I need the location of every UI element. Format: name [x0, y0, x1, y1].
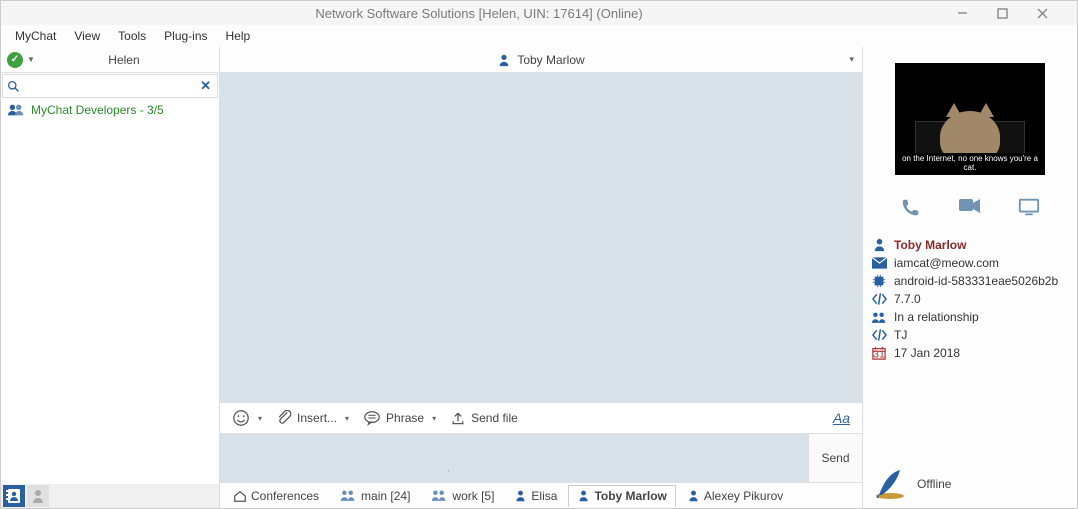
group-icon [7, 103, 25, 117]
search-row: ✕ [2, 74, 218, 98]
tab-main[interactable]: main [24] [330, 485, 419, 507]
maximize-button[interactable] [997, 8, 1037, 19]
right-panel: on the Internet, no one knows you're a c… [863, 47, 1077, 508]
person-icon [514, 489, 527, 502]
tab-toby-marlow[interactable]: Toby Marlow [568, 485, 675, 507]
insert-button[interactable]: Insert... ▾ [272, 407, 353, 429]
svg-text:31: 31 [873, 348, 885, 360]
menu-mychat[interactable]: MyChat [9, 27, 62, 45]
avatar-caption: on the Internet, no one knows you're a c… [895, 153, 1045, 173]
message-area[interactable] [220, 73, 862, 402]
center-panel: Toby Marlow ▾ ▾ Insert... ▾ Phrase ▾ Sen… [220, 47, 863, 508]
chevron-down-icon[interactable]: ▾ [849, 54, 854, 65]
close-button[interactable] [1037, 8, 1077, 19]
device-icon [871, 274, 887, 288]
call-icon[interactable] [900, 197, 922, 219]
format-button[interactable]: Aa [829, 407, 854, 429]
tab-label: Toby Marlow [594, 489, 666, 503]
screen-icon[interactable] [1018, 197, 1040, 219]
contact-name: Toby Marlow [894, 238, 966, 252]
calendar-icon: 31 [871, 346, 887, 360]
avatar-image: on the Internet, no one knows you're a c… [895, 63, 1045, 175]
code-icon [871, 329, 887, 341]
person-icon [871, 237, 887, 252]
mail-icon [871, 257, 887, 269]
tab-alexey-pikurov[interactable]: Alexey Pikurov [678, 485, 792, 507]
left-panel: ▼ Helen ✕ MyChat Developers - 3/5 [1, 47, 220, 508]
left-footer [1, 484, 219, 508]
minimize-button[interactable] [957, 8, 997, 19]
person-icon [497, 53, 511, 67]
menu-bar: MyChat View Tools Plug-ins Help [1, 25, 1077, 47]
current-user-row[interactable]: ▼ Helen [1, 47, 219, 73]
communication-row [863, 179, 1077, 233]
clear-search-icon[interactable]: ✕ [194, 78, 217, 94]
menu-plugins[interactable]: Plug-ins [158, 27, 213, 45]
contacts-tab[interactable] [3, 485, 25, 507]
contact-email[interactable]: iamcat@meow.com [894, 256, 999, 270]
tab-conferences[interactable]: Conferences [224, 485, 328, 507]
tab-label: main [24] [361, 489, 410, 503]
sendfile-button[interactable]: Send file [446, 407, 522, 429]
tab-label: Conferences [251, 489, 319, 503]
home-icon [233, 489, 247, 503]
menu-view[interactable]: View [68, 27, 106, 45]
contact-status: Offline [917, 477, 951, 491]
current-user-name: Helen [35, 53, 213, 67]
tab-label: Elisa [531, 489, 557, 503]
contact-relationship: In a relationship [894, 310, 979, 324]
channel-item[interactable]: MyChat Developers - 3/5 [1, 99, 219, 121]
code-icon [871, 293, 887, 305]
conversation-header[interactable]: Toby Marlow ▾ [220, 47, 862, 73]
contact-tj: TJ [894, 328, 907, 342]
title-bar: Network Software Solutions [Helen, UIN: … [1, 1, 1077, 25]
channel-list: MyChat Developers - 3/5 [1, 99, 219, 484]
channel-label: MyChat Developers - 3/5 [31, 103, 164, 117]
quill-icon [873, 468, 905, 500]
dropdown-icon: ▾ [345, 414, 349, 423]
send-button[interactable]: Send [808, 434, 862, 482]
insert-label: Insert... [297, 411, 337, 425]
phrase-label: Phrase [386, 411, 424, 425]
search-icon [3, 80, 24, 93]
contact-device: android-id-583331eae5026b2b [894, 274, 1058, 288]
person-icon [687, 489, 700, 502]
menu-help[interactable]: Help [220, 27, 257, 45]
menu-tools[interactable]: Tools [112, 27, 152, 45]
group-icon [430, 489, 448, 502]
contact-date: 17 Jan 2018 [894, 346, 960, 360]
dropdown-icon: ▾ [432, 414, 436, 423]
input-row: Send [220, 434, 862, 482]
right-footer: Offline [863, 462, 1077, 508]
sendfile-label: Send file [471, 411, 518, 425]
compose-toolbar: ▾ Insert... ▾ Phrase ▾ Send file Aa [220, 402, 862, 434]
conversation-title: Toby Marlow [517, 53, 584, 67]
phrase-button[interactable]: Phrase ▾ [359, 406, 440, 430]
dropdown-icon: ▾ [258, 414, 262, 423]
tab-elisa[interactable]: Elisa [505, 485, 566, 507]
contacts-alt-tab[interactable] [27, 485, 49, 507]
search-input[interactable] [24, 79, 194, 93]
person-icon [577, 489, 590, 502]
group-icon [339, 489, 357, 502]
tab-work[interactable]: work [5] [421, 485, 503, 507]
tab-label: work [5] [452, 489, 494, 503]
tab-label: Alexey Pikurov [704, 489, 783, 503]
conversation-tabs: Conferences main [24] work [5] Elisa Tob… [220, 482, 862, 508]
contact-info: Toby Marlow iamcat@meow.com android-id-5… [863, 233, 1077, 364]
status-online-icon [7, 52, 23, 68]
message-input[interactable] [220, 434, 808, 482]
video-icon[interactable] [958, 197, 982, 219]
status-dropdown-icon[interactable]: ▼ [27, 55, 35, 64]
relationship-icon [871, 311, 887, 324]
emoji-button[interactable]: ▾ [228, 406, 266, 430]
window-title: Network Software Solutions [Helen, UIN: … [1, 6, 957, 21]
contact-version: 7.7.0 [894, 292, 921, 306]
